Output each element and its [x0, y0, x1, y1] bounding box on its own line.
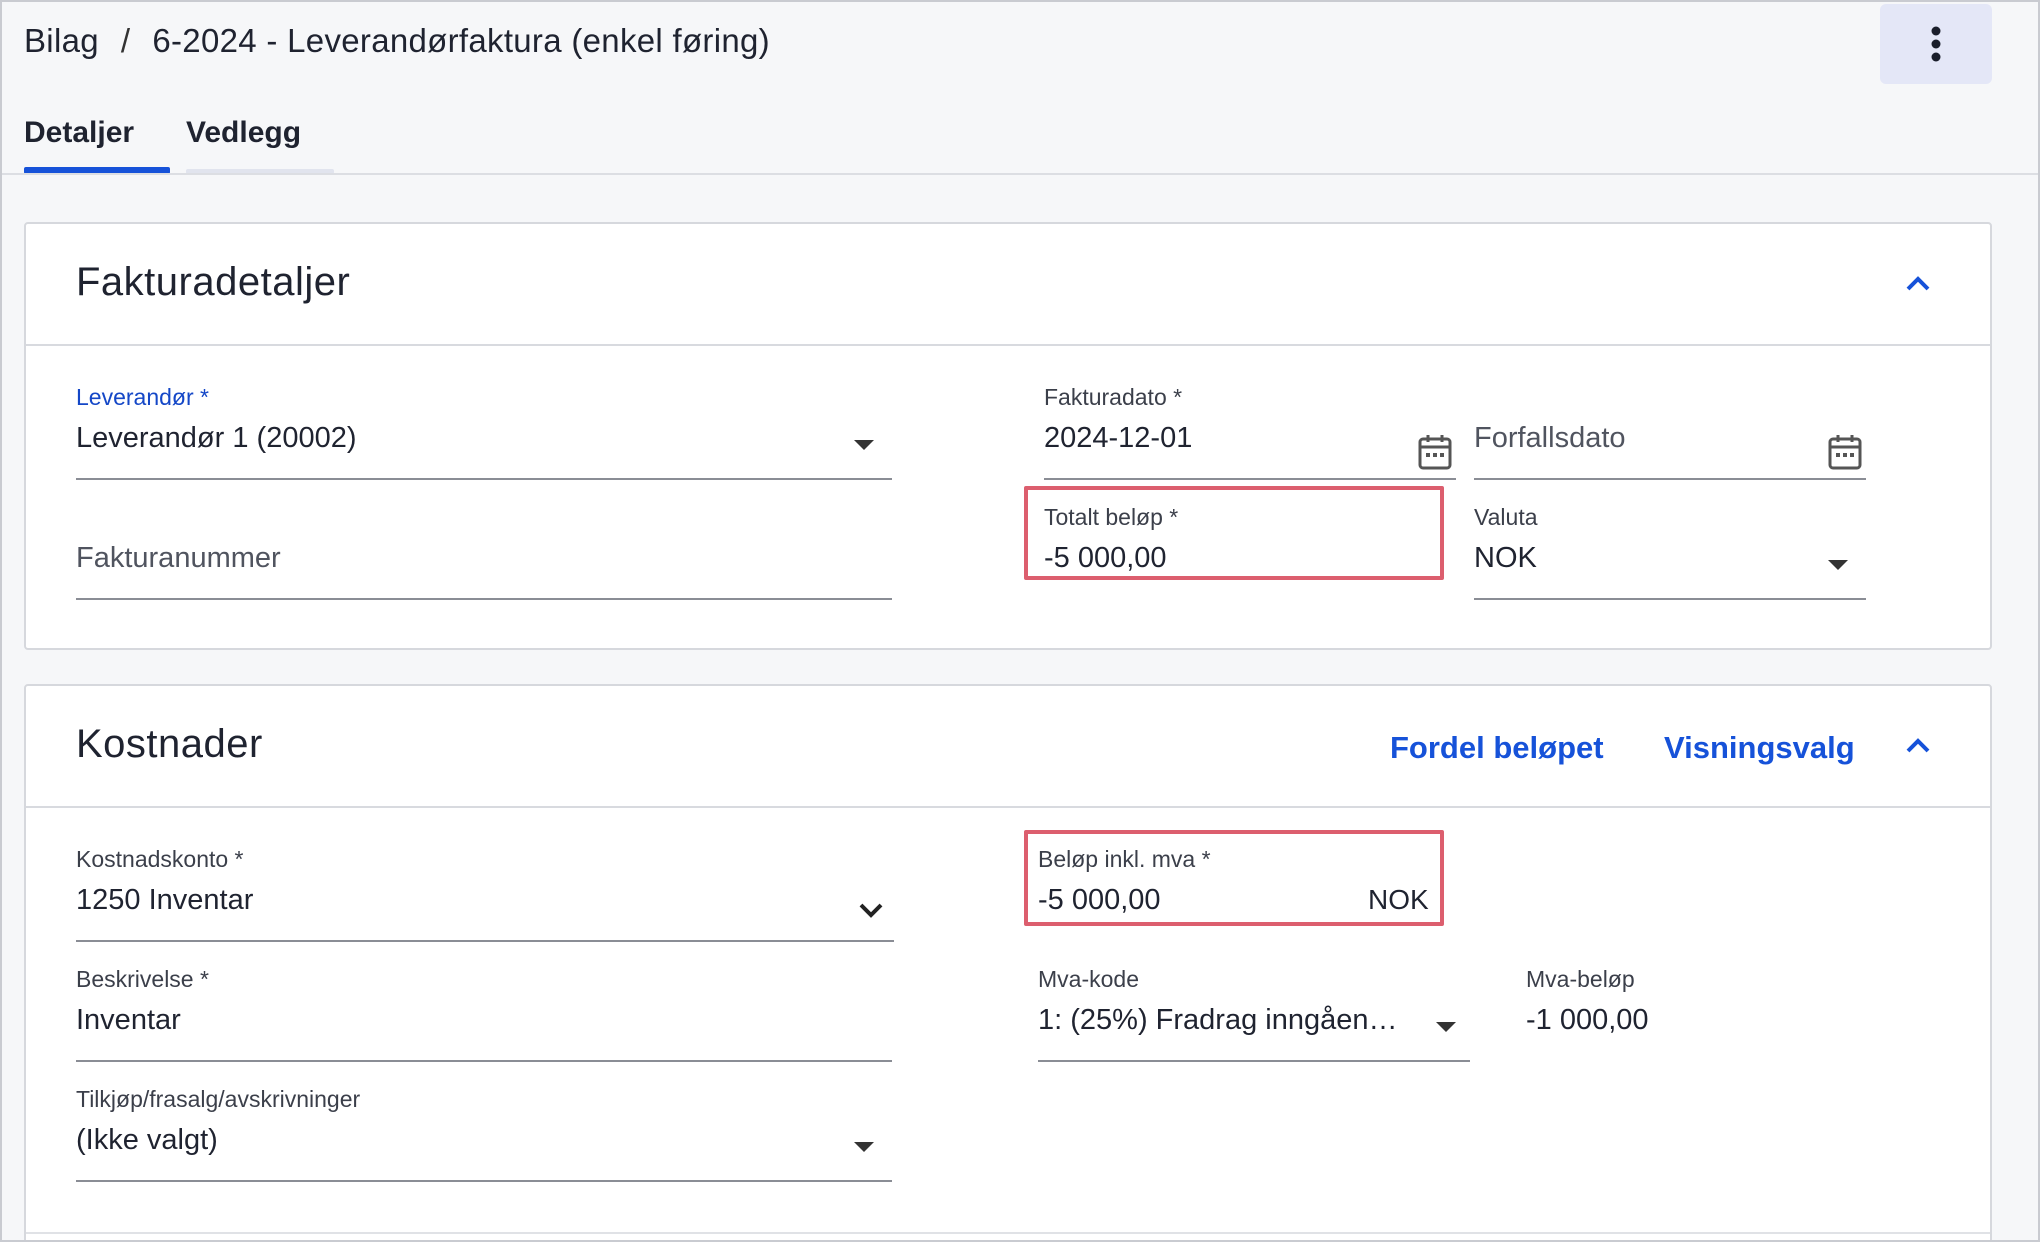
- vat-code-select[interactable]: Mva-kode 1: (25%) Fradrag inngåen…: [1038, 966, 1470, 1062]
- due-date-underline: [1474, 478, 1866, 480]
- costs-title: Kostnader: [76, 722, 263, 766]
- invoice-number-underline: [76, 598, 892, 600]
- due-date-calendar-button[interactable]: [1828, 434, 1862, 475]
- amount-incl-vat-field[interactable]: Beløp inkl. mva * -5 000,00: [1038, 846, 1378, 918]
- cost-account-value: 1250 Inventar: [76, 884, 254, 916]
- more-options-button[interactable]: [1880, 4, 1992, 84]
- due-date-placeholder: Forfallsdato: [1474, 422, 1626, 454]
- breadcrumb-current: 6-2024 - Leverandørfaktura (enkel føring…: [152, 22, 770, 59]
- invoice-date-calendar-button[interactable]: [1418, 434, 1452, 475]
- calendar-icon: [1828, 435, 1862, 470]
- amount-incl-vat-label: Beløp inkl. mva *: [1038, 846, 1211, 872]
- tab-divider: [0, 173, 2040, 175]
- vat-amount-field: Mva-beløp -1 000,00: [1526, 966, 1826, 1046]
- vat-code-value: 1: (25%) Fradrag inngåen…: [1038, 1004, 1398, 1036]
- cost-account-underline: [76, 940, 894, 942]
- invoice-date-underline: [1044, 478, 1456, 480]
- invoice-details-header: Fakturadetaljer: [26, 224, 1990, 346]
- chevron-up-icon: [1906, 738, 1930, 753]
- acquisition-label: Tilkjøp/frasalg/avskrivninger: [76, 1086, 361, 1112]
- acquisition-underline: [76, 1180, 892, 1182]
- acquisition-select[interactable]: Tilkjøp/frasalg/avskrivninger (Ikke valg…: [76, 1086, 892, 1182]
- total-amount-label: Totalt beløp *: [1044, 504, 1179, 530]
- breadcrumb-separator: /: [120, 22, 131, 59]
- calendar-icon: [1418, 435, 1452, 470]
- caret-down-icon: [854, 440, 874, 450]
- caret-down-icon: [854, 1142, 874, 1152]
- invoice-date-label: Fakturadato *: [1044, 384, 1183, 410]
- supplier-label: Leverandør *: [76, 384, 209, 410]
- invoice-date-value: 2024-12-01: [1044, 422, 1193, 454]
- invoice-details-card: Fakturadetaljer Leverandør * Leverandør …: [24, 222, 1992, 650]
- cost-account-label: Kostnadskonto *: [76, 846, 244, 872]
- costs-card: Kostnader Fordel beløpet Visningsvalg Ko…: [24, 684, 1992, 1242]
- currency-select[interactable]: Valuta NOK: [1474, 504, 1866, 600]
- total-amount-field[interactable]: Totalt beløp * -5 000,00: [1044, 504, 1424, 574]
- view-options-link[interactable]: Visningsvalg: [1664, 730, 1855, 766]
- invoice-details-collapse-button[interactable]: [1898, 264, 1938, 304]
- invoice-number-placeholder: Fakturanummer: [76, 542, 281, 574]
- due-date-field[interactable]: Forfallsdato: [1474, 384, 1866, 480]
- kebab-vertical-icon: [1931, 26, 1941, 62]
- supplier-underline: [76, 478, 892, 480]
- distribute-amount-link[interactable]: Fordel beløpet: [1390, 730, 1604, 766]
- invoice-number-field[interactable]: Fakturanummer: [76, 504, 892, 600]
- vat-code-underline: [1038, 1060, 1470, 1062]
- supplier-select[interactable]: Leverandør * Leverandør 1 (20002): [76, 384, 892, 480]
- total-amount-value: -5 000,00: [1044, 542, 1167, 574]
- vat-amount-label: Mva-beløp: [1526, 966, 1635, 992]
- currency-label: Valuta: [1474, 504, 1538, 530]
- caret-down-icon: [1436, 1022, 1456, 1032]
- description-field[interactable]: Beskrivelse * Inventar: [76, 966, 892, 1062]
- tab-vedlegg[interactable]: Vedlegg: [186, 112, 334, 174]
- costs-row-divider: [26, 1232, 1990, 1234]
- currency-value: NOK: [1474, 542, 1537, 574]
- costs-header: Kostnader Fordel beløpet Visningsvalg: [26, 686, 1990, 808]
- currency-underline: [1474, 598, 1866, 600]
- tab-detaljer[interactable]: Detaljer: [24, 112, 170, 174]
- tab-detaljer-label: Detaljer: [24, 116, 135, 149]
- invoice-details-title: Fakturadetaljer: [76, 260, 351, 304]
- supplier-value: Leverandør 1 (20002): [76, 422, 357, 454]
- breadcrumb: Bilag / 6-2024 - Leverandørfaktura (enkel …: [24, 22, 770, 60]
- vat-amount-value: -1 000,00: [1526, 1004, 1649, 1036]
- invoice-date-field[interactable]: Fakturadato * 2024-12-01: [1044, 384, 1456, 480]
- chevron-up-icon: [1906, 276, 1930, 291]
- description-value: Inventar: [76, 1004, 181, 1036]
- amount-currency-unit: NOK: [1368, 884, 1429, 915]
- chevron-down-icon: [859, 903, 883, 918]
- breadcrumb-root[interactable]: Bilag: [24, 22, 99, 59]
- description-underline: [76, 1060, 892, 1062]
- tab-vedlegg-label: Vedlegg: [186, 116, 302, 149]
- tab-bar: Detaljer Vedlegg: [24, 112, 334, 174]
- acquisition-value: (Ikke valgt): [76, 1124, 218, 1156]
- cost-account-select[interactable]: Kostnadskonto * 1250 Inventar: [76, 846, 894, 942]
- vat-code-label: Mva-kode: [1038, 966, 1139, 992]
- description-label: Beskrivelse *: [76, 966, 209, 992]
- costs-collapse-button[interactable]: [1898, 726, 1938, 766]
- caret-down-icon: [1828, 560, 1848, 570]
- amount-incl-vat-value: -5 000,00: [1038, 884, 1161, 916]
